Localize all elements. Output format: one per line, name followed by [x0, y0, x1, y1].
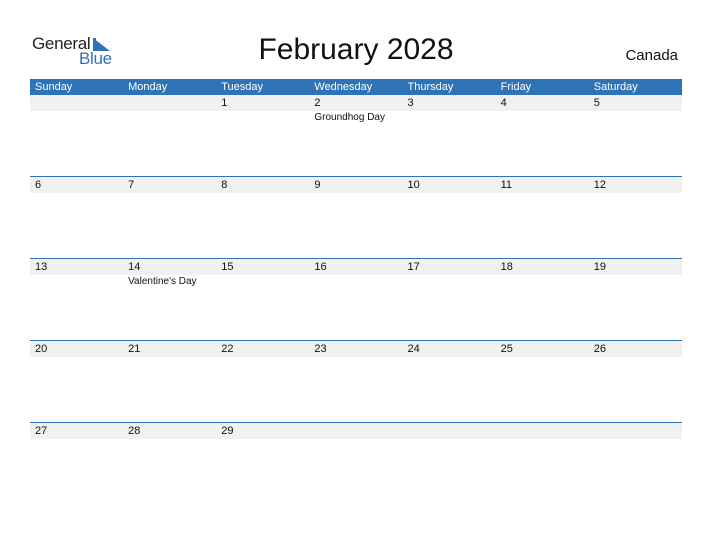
holiday-label — [216, 111, 309, 125]
calendar-grid: Sunday Monday Tuesday Wednesday Thursday… — [30, 79, 682, 504]
weekday-friday: Friday — [500, 81, 532, 93]
day-number: 19 — [593, 261, 606, 273]
week-row: 1 2 3 4 5 Groundhog Day — [30, 95, 682, 176]
day-number — [309, 423, 402, 439]
day-number: 21 — [128, 343, 141, 355]
event-row: Valentine's Day — [30, 275, 682, 289]
day-number: 2 — [314, 97, 321, 109]
day-number: 9 — [314, 179, 321, 191]
day-number: 5 — [593, 97, 600, 109]
date-number-row: 6 7 8 9 10 11 12 — [30, 177, 682, 193]
holiday-label — [123, 111, 216, 125]
day-number: 6 — [35, 179, 42, 191]
day-number: 16 — [314, 261, 327, 273]
week-row: 27 28 29 — [30, 422, 682, 504]
weeks-container: 1 2 3 4 5 Groundhog Day 6 7 8 9 10 11 12 13 14 15 16 17 18… — [30, 95, 682, 504]
weekday-header: Sunday Monday Tuesday Wednesday Thursday… — [30, 79, 682, 95]
day-number: 29 — [221, 425, 234, 437]
country-label: Canada — [625, 47, 678, 64]
day-number: 13 — [35, 261, 48, 273]
day-number: 23 — [314, 343, 327, 355]
day-number: 24 — [407, 343, 420, 355]
day-number: 14 — [128, 261, 141, 273]
day-number: 4 — [500, 97, 507, 109]
holiday-label — [589, 111, 682, 125]
holiday-label — [589, 275, 682, 289]
date-number-row: 27 28 29 — [30, 423, 682, 439]
date-number-row: 20 21 22 23 24 25 26 — [30, 341, 682, 357]
weekday-thursday: Thursday — [407, 81, 454, 93]
holiday-label — [496, 111, 589, 125]
day-number: 18 — [500, 261, 513, 273]
day-number: 20 — [35, 343, 48, 355]
weekday-sunday: Sunday — [35, 81, 73, 93]
holiday-label — [403, 111, 496, 125]
weekday-wednesday: Wednesday — [314, 81, 373, 93]
day-number: 28 — [128, 425, 141, 437]
holiday-label: Valentine's Day — [128, 276, 197, 287]
holiday-label: Groundhog Day — [314, 112, 385, 123]
date-number-row: 13 14 15 16 17 18 19 — [30, 259, 682, 275]
day-number: 10 — [407, 179, 420, 191]
weekday-monday: Monday — [128, 81, 168, 93]
day-number: 3 — [407, 97, 414, 109]
date-number-row: 1 2 3 4 5 — [30, 95, 682, 111]
weekday-tuesday: Tuesday — [221, 81, 264, 93]
day-number — [123, 95, 216, 111]
holiday-label — [216, 275, 309, 289]
day-number: 25 — [500, 343, 513, 355]
day-number — [589, 423, 682, 439]
day-number: 15 — [221, 261, 234, 273]
day-number: 22 — [221, 343, 234, 355]
calendar-title: February 2028 — [258, 33, 454, 66]
day-number: 17 — [407, 261, 420, 273]
week-row: 20 21 22 23 24 25 26 — [30, 340, 682, 422]
weekday-saturday: Saturday — [593, 81, 638, 93]
day-number: 1 — [221, 97, 228, 109]
day-number: 27 — [35, 425, 48, 437]
day-number: 26 — [593, 343, 606, 355]
day-number: 8 — [221, 179, 228, 191]
day-number: 11 — [500, 179, 513, 191]
event-row: Groundhog Day — [30, 111, 682, 125]
day-number: 7 — [128, 179, 135, 191]
week-row: 13 14 15 16 17 18 19 Valentine's Day — [30, 258, 682, 340]
day-number: 12 — [593, 179, 606, 191]
holiday-label — [30, 111, 123, 125]
day-number — [496, 423, 589, 439]
holiday-label — [496, 275, 589, 289]
holiday-label — [30, 275, 123, 289]
day-number — [30, 95, 123, 111]
holiday-label — [403, 275, 496, 289]
holiday-label — [309, 275, 402, 289]
week-row: 6 7 8 9 10 11 12 — [30, 176, 682, 258]
day-number — [403, 423, 496, 439]
